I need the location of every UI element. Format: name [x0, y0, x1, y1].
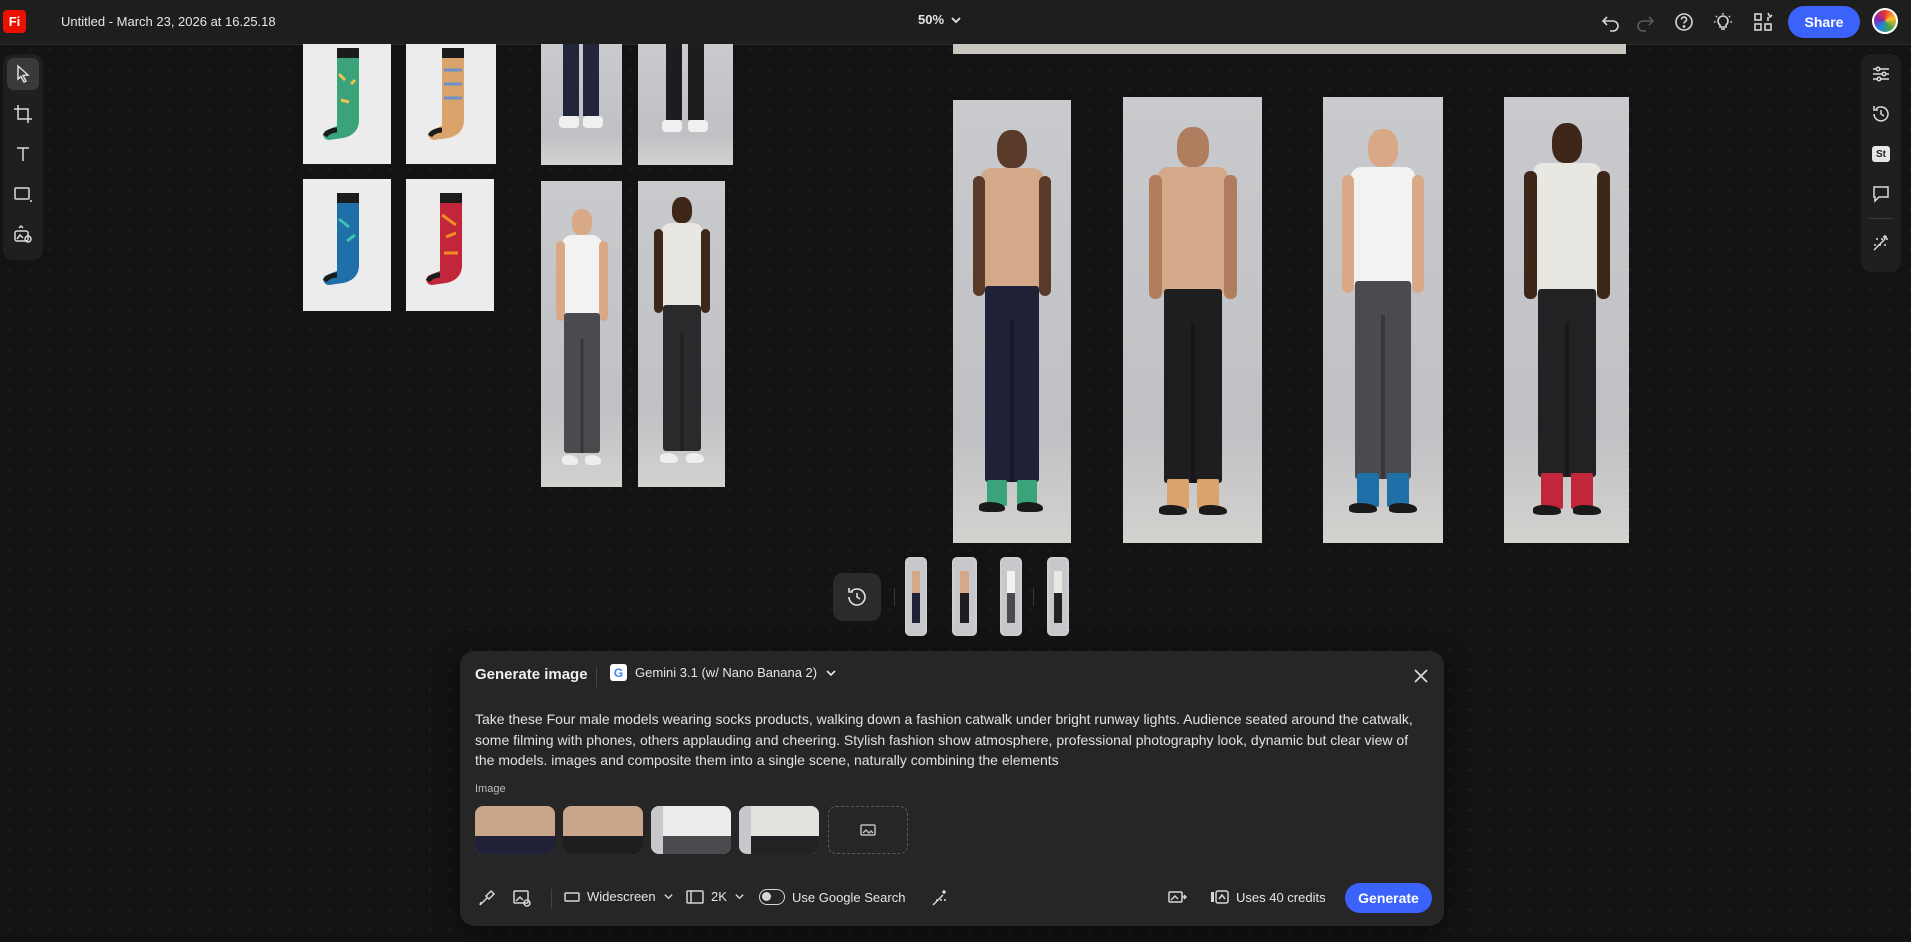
- variation-thumbnail[interactable]: [905, 557, 927, 636]
- resolution-value: 2K: [711, 889, 727, 904]
- model-figure: [650, 197, 714, 477]
- model-image[interactable]: [1123, 97, 1262, 543]
- image-banner[interactable]: [953, 44, 1626, 54]
- reference-image[interactable]: [651, 806, 731, 854]
- zoom-dropdown[interactable]: 50%: [918, 12, 962, 27]
- image-icon: [860, 824, 876, 836]
- prompt-input[interactable]: Take these Four male models wearing sock…: [475, 709, 1430, 771]
- variation-thumbnail[interactable]: [1000, 557, 1022, 636]
- generate-image-panel: Generate image G Gemini 3.1 (w/ Nano Ban…: [460, 651, 1444, 926]
- model-image[interactable]: [541, 44, 622, 165]
- left-toolbar: [3, 54, 43, 260]
- avatar[interactable]: [1872, 8, 1898, 34]
- text-tool-icon[interactable]: [7, 138, 39, 170]
- resolution-icon: [686, 889, 704, 904]
- model-image[interactable]: [1504, 97, 1629, 543]
- zoom-level: 50%: [918, 12, 945, 27]
- close-button[interactable]: [1409, 664, 1433, 688]
- sock-image[interactable]: [406, 44, 496, 164]
- google-icon: G: [610, 664, 627, 681]
- top-bar: Fi Untitled - March 23, 2026 at 16.25.18…: [0, 0, 1911, 45]
- credits-icon: [1211, 890, 1229, 904]
- model-figure: [1143, 127, 1243, 533]
- strip-divider: [1033, 588, 1034, 606]
- document-title[interactable]: Untitled - March 23, 2026 at 16.25.18: [61, 14, 276, 29]
- firefly-logo[interactable]: Fi: [3, 10, 26, 33]
- apps-icon[interactable]: [1751, 10, 1775, 34]
- history-icon[interactable]: [1865, 98, 1897, 130]
- redo-icon[interactable]: [1633, 10, 1657, 34]
- sock-image[interactable]: [406, 179, 494, 311]
- aspect-ratio-value: Widescreen: [587, 889, 656, 904]
- adjust-icon[interactable]: [1865, 58, 1897, 90]
- model-image[interactable]: [541, 181, 622, 487]
- history-icon: [848, 588, 866, 606]
- widescreen-icon: [564, 891, 580, 902]
- close-icon: [1414, 669, 1428, 683]
- resolution-dropdown[interactable]: 2K: [686, 889, 745, 904]
- model-image[interactable]: [1323, 97, 1443, 543]
- variation-thumbnail[interactable]: [1047, 557, 1069, 636]
- model-image[interactable]: [953, 100, 1071, 543]
- sock-icon: [322, 193, 359, 285]
- model-figure: [967, 130, 1057, 530]
- aspect-ratio-dropdown[interactable]: Widescreen: [564, 889, 674, 904]
- artboard-tool-icon[interactable]: [7, 98, 39, 130]
- share-button[interactable]: Share: [1788, 6, 1860, 38]
- stock-icon[interactable]: St: [1865, 138, 1897, 170]
- panel-title: Generate image: [475, 666, 588, 683]
- panel-bottom-bar: Widescreen 2K Use Google Search Uses 40 …: [460, 883, 1444, 913]
- divider: [596, 667, 597, 687]
- reference-image[interactable]: [739, 806, 819, 854]
- model-figure: [552, 209, 612, 479]
- undo-icon[interactable]: [1599, 10, 1623, 34]
- comment-icon[interactable]: [1865, 178, 1897, 210]
- style-effects-icon[interactable]: [928, 886, 952, 910]
- add-reference-image-button[interactable]: [828, 806, 908, 854]
- right-toolbar: St: [1861, 54, 1901, 272]
- toggle-switch[interactable]: [759, 889, 785, 905]
- generate-button[interactable]: Generate: [1345, 883, 1432, 913]
- divider: [551, 889, 552, 909]
- chevron-down-icon: [826, 669, 836, 676]
- model-selector[interactable]: G Gemini 3.1 (w/ Nano Banana 2): [610, 664, 837, 681]
- google-search-toggle[interactable]: Use Google Search: [759, 889, 905, 905]
- sock-icon: [427, 48, 464, 140]
- generate-image-tool-icon[interactable]: [7, 218, 39, 250]
- sock-image[interactable]: [303, 179, 391, 311]
- image-label: Image: [475, 783, 506, 795]
- eyedropper-icon[interactable]: [475, 886, 499, 910]
- chevron-down-icon: [951, 16, 961, 23]
- chevron-down-icon: [735, 894, 744, 900]
- sock-image[interactable]: [303, 44, 391, 164]
- sock-icon: [322, 48, 359, 140]
- credits-info: Uses 40 credits: [1210, 889, 1326, 905]
- strip-divider: [894, 588, 895, 606]
- model-name: Gemini 3.1 (w/ Nano Banana 2): [635, 665, 818, 680]
- model-figure: [1517, 123, 1617, 533]
- select-tool-icon[interactable]: [7, 58, 39, 90]
- stock-label: St: [1872, 146, 1890, 162]
- image-to-image-icon[interactable]: [1165, 886, 1189, 910]
- variation-thumbnail[interactable]: [952, 557, 977, 636]
- lightbulb-icon[interactable]: [1711, 10, 1735, 34]
- help-icon[interactable]: [1672, 10, 1696, 34]
- reference-image[interactable]: [563, 806, 643, 854]
- chevron-down-icon: [663, 894, 673, 900]
- shape-tool-icon[interactable]: [7, 178, 39, 210]
- google-search-label: Use Google Search: [792, 889, 906, 905]
- model-figure: [1335, 129, 1431, 533]
- toolbar-divider: [1869, 218, 1893, 219]
- sock-icon: [425, 193, 462, 285]
- image-settings-icon[interactable]: [510, 886, 534, 910]
- generate-settings-icon[interactable]: [1865, 227, 1897, 259]
- reference-image[interactable]: [475, 806, 555, 854]
- generation-history-button[interactable]: [833, 573, 881, 621]
- model-image[interactable]: [638, 181, 725, 487]
- credits-label: Uses 40 credits: [1236, 889, 1326, 905]
- model-image[interactable]: [638, 44, 733, 165]
